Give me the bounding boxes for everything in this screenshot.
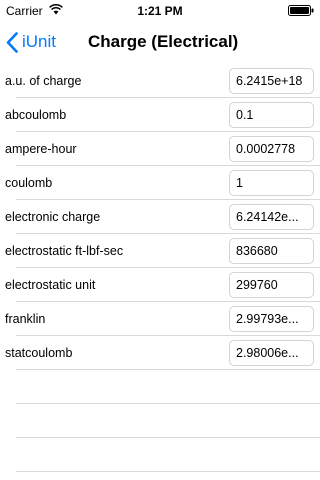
chevron-left-icon [6, 31, 18, 53]
page-title: Charge (Electrical) [88, 32, 239, 51]
unit-label: statcoulomb [5, 346, 73, 360]
unit-label: abcoulomb [5, 108, 67, 122]
unit-value-field[interactable] [229, 102, 314, 128]
unit-value-field[interactable] [229, 136, 314, 162]
unit-value-field[interactable] [229, 340, 314, 366]
back-button[interactable]: iUnit [6, 20, 56, 64]
table-row: statcoulomb [0, 336, 320, 370]
table-row: ampere-hour [0, 132, 320, 166]
unit-label: electrostatic unit [5, 278, 96, 292]
table-row: electrostatic ft-lbf-sec [0, 234, 320, 268]
unit-label: a.u. of charge [5, 74, 82, 88]
unit-value-field[interactable] [229, 238, 314, 264]
unit-label: franklin [5, 312, 46, 326]
empty-table-row [0, 370, 320, 404]
table-row: electrostatic unit [0, 268, 320, 302]
navigation-bar: iUnit Charge (Electrical) [0, 20, 320, 64]
battery-icon [288, 5, 314, 16]
table-row: abcoulomb [0, 98, 320, 132]
table-row: electronic charge [0, 200, 320, 234]
unit-value-field[interactable] [229, 170, 314, 196]
status-time: 1:21 PM [137, 4, 183, 18]
unit-label: electronic charge [5, 210, 101, 224]
unit-value-field[interactable] [229, 68, 314, 94]
empty-table-row [0, 404, 320, 438]
unit-label: ampere-hour [5, 142, 77, 156]
unit-label: electrostatic ft-lbf-sec [5, 244, 124, 258]
table-row: franklin [0, 302, 320, 336]
status-bar: Carrier 1:21 PM [0, 0, 320, 20]
units-table: a.u. of charge abcoulomb ampere-hour cou… [0, 64, 320, 472]
unit-value-field[interactable] [229, 272, 314, 298]
table-row: coulomb [0, 166, 320, 200]
empty-table-row [0, 438, 320, 472]
unit-value-field[interactable] [229, 306, 314, 332]
unit-value-field[interactable] [229, 204, 314, 230]
unit-label: coulomb [5, 176, 53, 190]
table-row: a.u. of charge [0, 64, 320, 98]
screen: Carrier 1:21 PM iUnit Charge (Electrical… [0, 0, 320, 480]
back-button-label: iUnit [22, 32, 57, 51]
